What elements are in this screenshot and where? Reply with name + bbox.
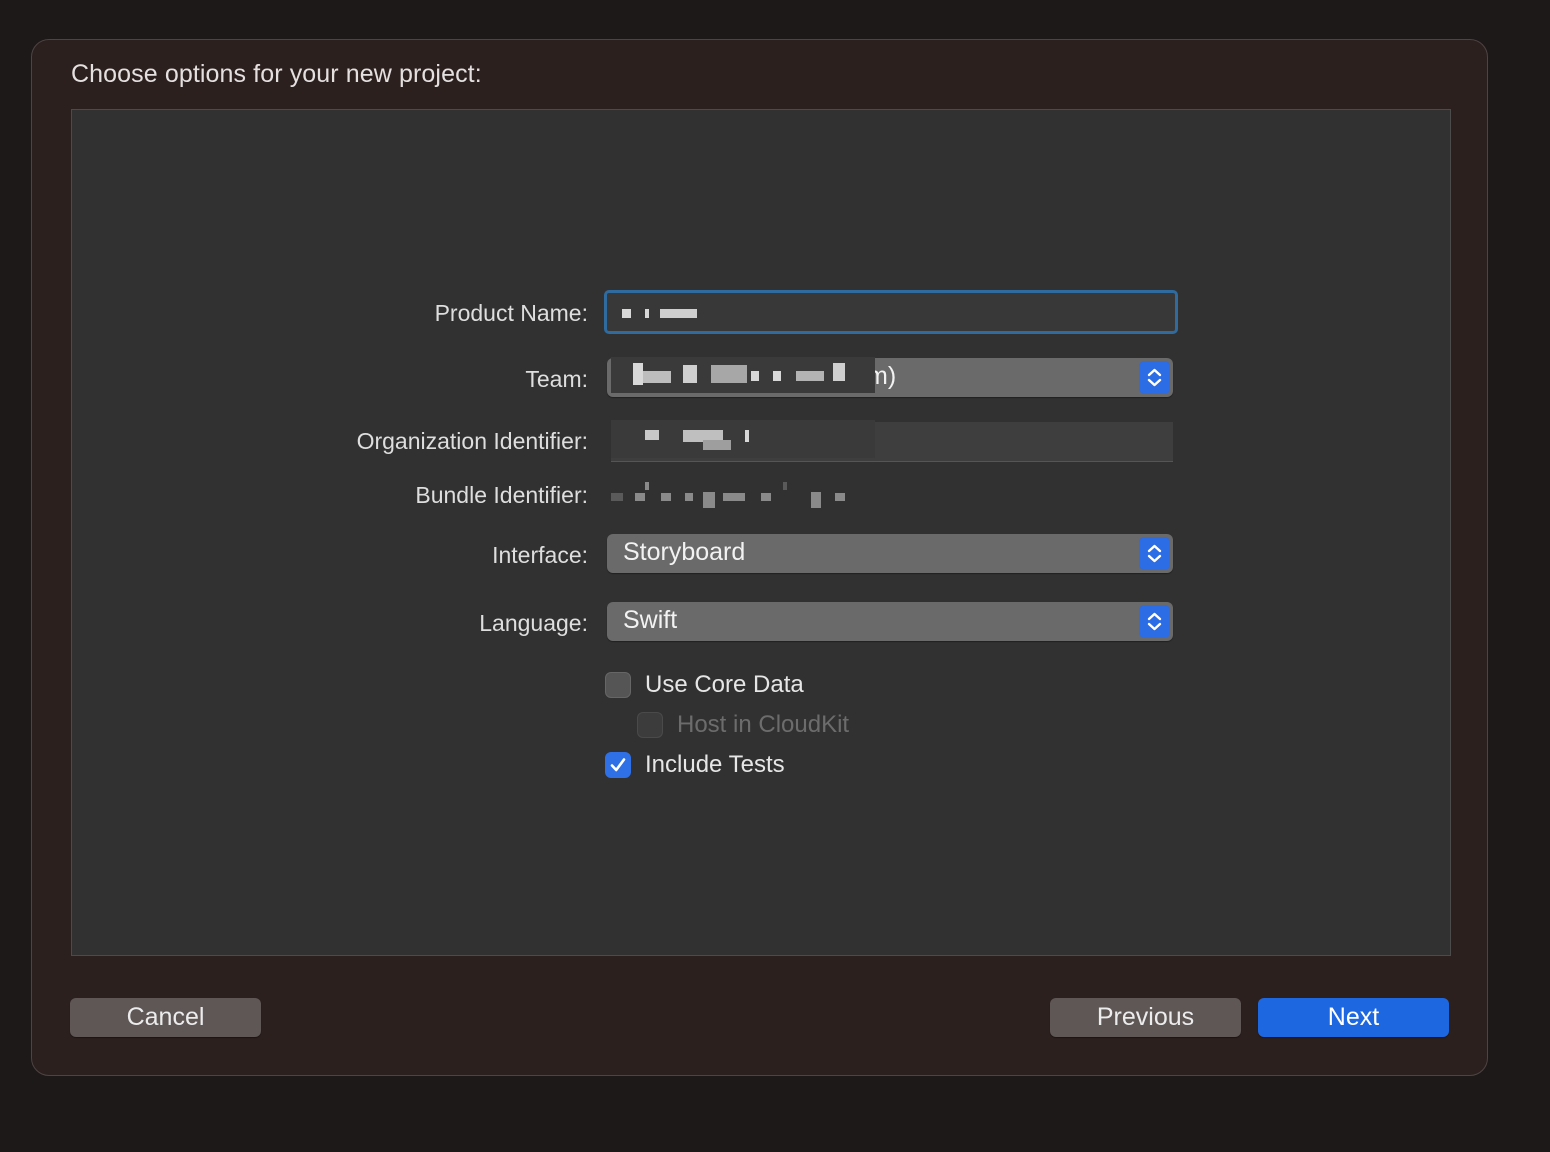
product-name-label: Product Name: xyxy=(434,300,588,326)
bundle-identifier-redaction xyxy=(611,478,851,512)
chevron-up-down-icon xyxy=(1139,605,1170,638)
organization-identifier-label: Organization Identifier: xyxy=(356,428,588,454)
use-core-data-checkbox[interactable] xyxy=(605,672,631,698)
previous-button[interactable]: Previous xyxy=(1050,998,1241,1037)
use-core-data-label: Use Core Data xyxy=(645,671,804,698)
language-popup-value: Swift xyxy=(623,606,678,634)
include-tests-checkbox[interactable] xyxy=(605,752,631,778)
language-popup[interactable]: Swift xyxy=(607,602,1173,641)
language-label: Language: xyxy=(479,610,588,636)
chevron-up-down-icon xyxy=(1139,537,1170,570)
include-tests-checkbox-row[interactable]: Include Tests xyxy=(605,751,785,779)
host-in-cloudkit-checkbox-row: Host in CloudKit xyxy=(637,711,849,739)
interface-label: Interface: xyxy=(492,542,588,568)
bundle-identifier-label: Bundle Identifier: xyxy=(415,482,588,508)
next-button[interactable]: Next xyxy=(1258,998,1449,1037)
checkmark-icon xyxy=(610,758,626,772)
use-core-data-checkbox-row[interactable]: Use Core Data xyxy=(605,671,804,699)
host-in-cloudkit-label: Host in CloudKit xyxy=(677,711,850,738)
new-project-sheet: Choose options for your new project: Pro… xyxy=(31,39,1488,1076)
host-in-cloudkit-checkbox xyxy=(637,712,663,738)
team-label: Team: xyxy=(525,366,588,392)
team-redaction xyxy=(611,357,875,393)
cancel-button[interactable]: Cancel xyxy=(70,998,261,1037)
organization-identifier-redaction xyxy=(611,420,875,458)
options-panel: Product Name: Team: m) Organization Iden… xyxy=(71,109,1451,956)
interface-popup[interactable]: Storyboard xyxy=(607,534,1173,573)
sheet-title: Choose options for your new project: xyxy=(71,60,482,88)
chevron-up-down-icon xyxy=(1139,361,1170,394)
product-name-redaction xyxy=(612,298,876,328)
interface-popup-value: Storyboard xyxy=(623,538,746,566)
include-tests-label: Include Tests xyxy=(645,751,785,778)
